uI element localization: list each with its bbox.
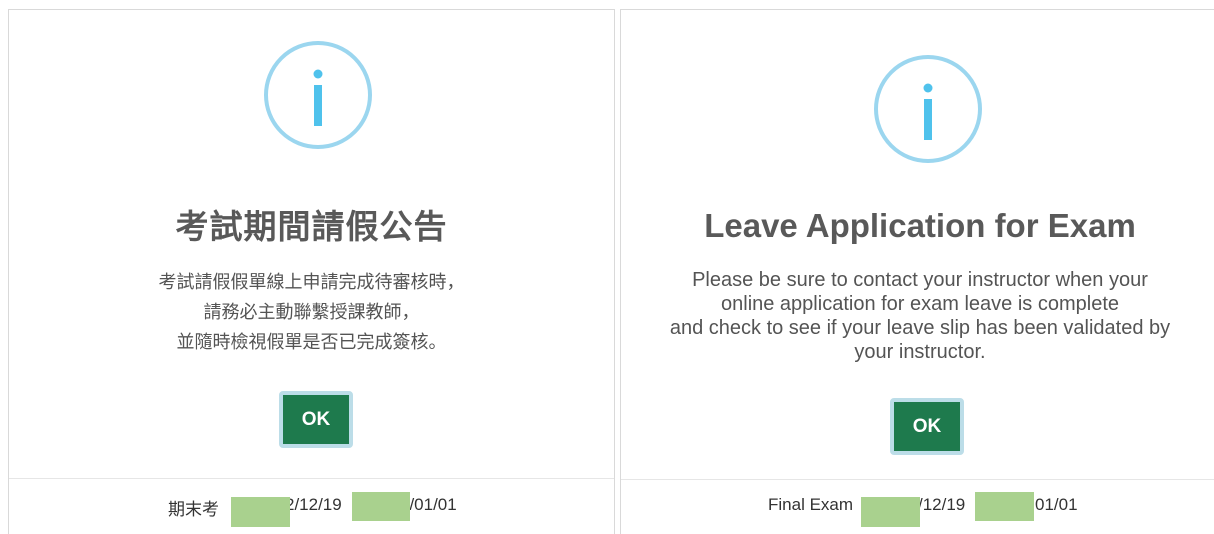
footer-date-fragment: 2/12/19 [285, 495, 342, 514]
dialog-message: Please be sure to contact your instructo… [621, 268, 1214, 364]
info-icon [264, 41, 372, 149]
redaction-block [231, 497, 290, 527]
footer-exam-period: Final Exam /12/19 01/01 [768, 495, 1098, 515]
message-line: 請務必主動聯繫授課教師， [203, 302, 420, 323]
dialog-title: 考試期間請假公告 [175, 207, 448, 246]
footer-date-fragment: 01/01 [1035, 495, 1078, 514]
alert-dialog-english: Leave Application for Exam Please be sur… [620, 9, 1214, 534]
footer-date-fragment: /12/19 [918, 495, 966, 514]
alert-dialog-chinese: 考試期間請假公告 考試請假假單線上申請完成待審核時， 請務必主動聯繫授課教師， … [8, 9, 615, 534]
footer-divider [9, 478, 614, 479]
message-line: Please be sure to contact your instructo… [692, 269, 1148, 291]
message-line: online application for exam leave is com… [721, 293, 1119, 315]
ok-button[interactable]: OK [890, 398, 964, 455]
redaction-block [861, 497, 920, 527]
footer-divider [621, 479, 1214, 480]
redaction-block [975, 492, 1034, 521]
footer-exam-period: 期末考 2/12/19 3/01/01 [168, 495, 488, 519]
ok-button[interactable]: OK [279, 391, 353, 448]
footer-prefix: Final Exam [768, 495, 854, 514]
dialog-message: 考試請假假單線上申請完成待審核時， 請務必主動聯繫授課教師， 並隨時檢視假單是否… [9, 268, 614, 358]
message-line: your instructor. [854, 341, 986, 363]
info-icon [874, 55, 982, 163]
message-line: 考試請假假單線上申請完成待審核時， [158, 272, 465, 293]
dialog-title: Leave Application for Exam [704, 207, 1136, 244]
message-line: and check to see if your leave slip has … [669, 317, 1171, 339]
footer-prefix: 期末考 [168, 500, 219, 519]
message-line: 並隨時檢視假單是否已完成簽核。 [176, 332, 447, 353]
redaction-block [352, 492, 410, 521]
